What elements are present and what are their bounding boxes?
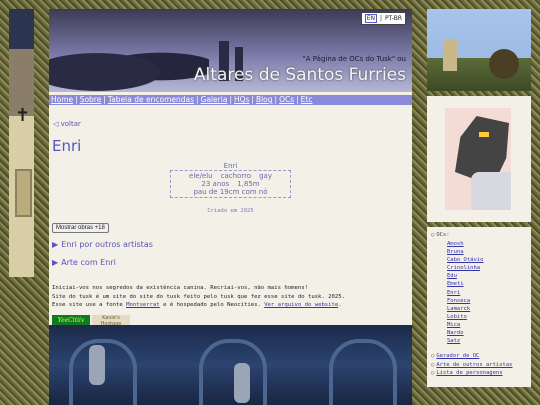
oc-item: Edu [447, 273, 457, 280]
church-photo-left: ✝ [9, 9, 34, 277]
show-nsfw-button[interactable]: Mostrar obras +18 [52, 223, 109, 233]
sidebar-link-item: ○ Gerador de OC [431, 353, 480, 359]
oc-item: Bruna [447, 249, 464, 256]
nav-home[interactable]: Home [51, 95, 73, 104]
profile-details: ele/elu cachorro gay 23 anos 1,85m pau d… [170, 170, 291, 198]
altar-photo [49, 325, 412, 405]
banner-trees [49, 39, 209, 92]
ocs-heading: ○ OCs: [431, 232, 450, 238]
character-card [427, 96, 531, 222]
profile-orientation: gay [259, 172, 272, 180]
triangle-right-icon: ▶ [52, 258, 59, 267]
lang-en[interactable]: EN [364, 14, 377, 23]
profile-species: cachorro [220, 172, 252, 180]
oc-item: Cabo Otávio [447, 257, 484, 264]
character-avatar [445, 108, 511, 210]
profile-extra: pau de 19cm com nó [193, 188, 268, 196]
oc-item: Amosh [447, 241, 464, 247]
lang-separator: | [380, 15, 383, 22]
arch-2 [199, 339, 267, 405]
statue-figure [234, 363, 250, 403]
profile-box: Enri ele/elu cachorro gay 23 anos 1,85m … [170, 162, 291, 198]
tree [489, 49, 519, 79]
header-banner: EN | PT-BR "A Página de OCs do Tusk" ou … [49, 9, 412, 92]
nav-tabela[interactable]: Tabela de encomendas [108, 95, 194, 104]
oc-item: Mica [447, 321, 461, 328]
sidebar-link-item: ○ Arte de outros artistas [431, 361, 513, 368]
profile-name: Enri [223, 162, 238, 170]
footer-line-3: Esse site use a fonte Montserrat e é hos… [52, 302, 342, 309]
sidebar-link-item: ○ Lista de personagens [431, 370, 503, 376]
details-art-with[interactable]: ▶ Arte com Enri [52, 258, 116, 267]
created-date: Criado em 2025 [207, 208, 254, 214]
footer-text: Iniciai-vos nos segredos da existência c… [52, 284, 407, 310]
dog-body [471, 172, 511, 210]
nav-ocs[interactable]: OCs [279, 95, 294, 104]
site-subtitle: "A Página de OCs do Tusk" ou [302, 55, 406, 63]
archive-link[interactable]: Ver arquivo do website [264, 302, 338, 308]
footer-line-2: Site do tusk é um site do site do tusk f… [52, 293, 345, 300]
page-title: Enri [52, 137, 82, 155]
oc-item: Lamarck [447, 305, 471, 312]
sidebar-links: ○ Gerador de OC ○ Arte de outros artistas … [431, 352, 512, 378]
oc-sidebar: ○ OCs: Amosh Bruna Cabo Otávio Crinolinha… [427, 227, 531, 387]
oc-item: Nardo [447, 330, 464, 337]
oc-item: Emeti [447, 281, 464, 288]
oc-list: Amosh Bruna Cabo Otávio Crinolinha Edu E… [447, 240, 483, 345]
main-column: EN | PT-BR "A Página de OCs do Tusk" ou … [49, 9, 412, 405]
font-link[interactable]: Montserrat [126, 302, 160, 308]
site-title: Altares de Santos Furries [193, 65, 406, 85]
oc-item: Lobito [447, 313, 467, 320]
church-window [15, 169, 32, 217]
nav-sobre[interactable]: Sobre [80, 95, 102, 104]
church-tower [443, 39, 457, 71]
statue-figure [89, 345, 105, 385]
nav-etc[interactable]: Etc [301, 95, 313, 104]
lang-pt-br[interactable]: PT-BR [385, 15, 402, 22]
details-other-artists[interactable]: ▶ Enri por outros artistas [52, 240, 153, 249]
footer-line-1: Iniciai-vos nos segredos da existência c… [52, 285, 308, 291]
nav-hqs[interactable]: HQs [234, 95, 249, 104]
oc-item: Crinolinha [447, 265, 481, 272]
profile-age: 23 anos [201, 180, 230, 188]
profile-pronouns: ele/elu [189, 172, 213, 180]
profile-height: 1,85m [237, 180, 260, 188]
oc-item: Fonseca [447, 297, 471, 304]
triangle-right-icon: ▶ [52, 240, 59, 249]
nav-galeria[interactable]: Galeria [201, 95, 228, 104]
oc-item: Enri [447, 289, 461, 296]
oc-item: Satz [447, 338, 461, 345]
details-label: Arte com Enri [61, 258, 116, 267]
language-switcher: EN | PT-BR [360, 12, 406, 25]
arch-3 [329, 339, 397, 405]
back-link[interactable]: ◁ voltar [53, 120, 81, 128]
village-photo [427, 9, 531, 91]
dog-eye [479, 132, 489, 137]
details-label: Enri por outros artistas [61, 240, 153, 249]
nav-blog[interactable]: Blog [256, 95, 273, 104]
cross-icon: ✝ [15, 105, 31, 126]
nav-bar: Home | Sobre | Tabela de encomendas | Galeria |… [49, 95, 412, 105]
